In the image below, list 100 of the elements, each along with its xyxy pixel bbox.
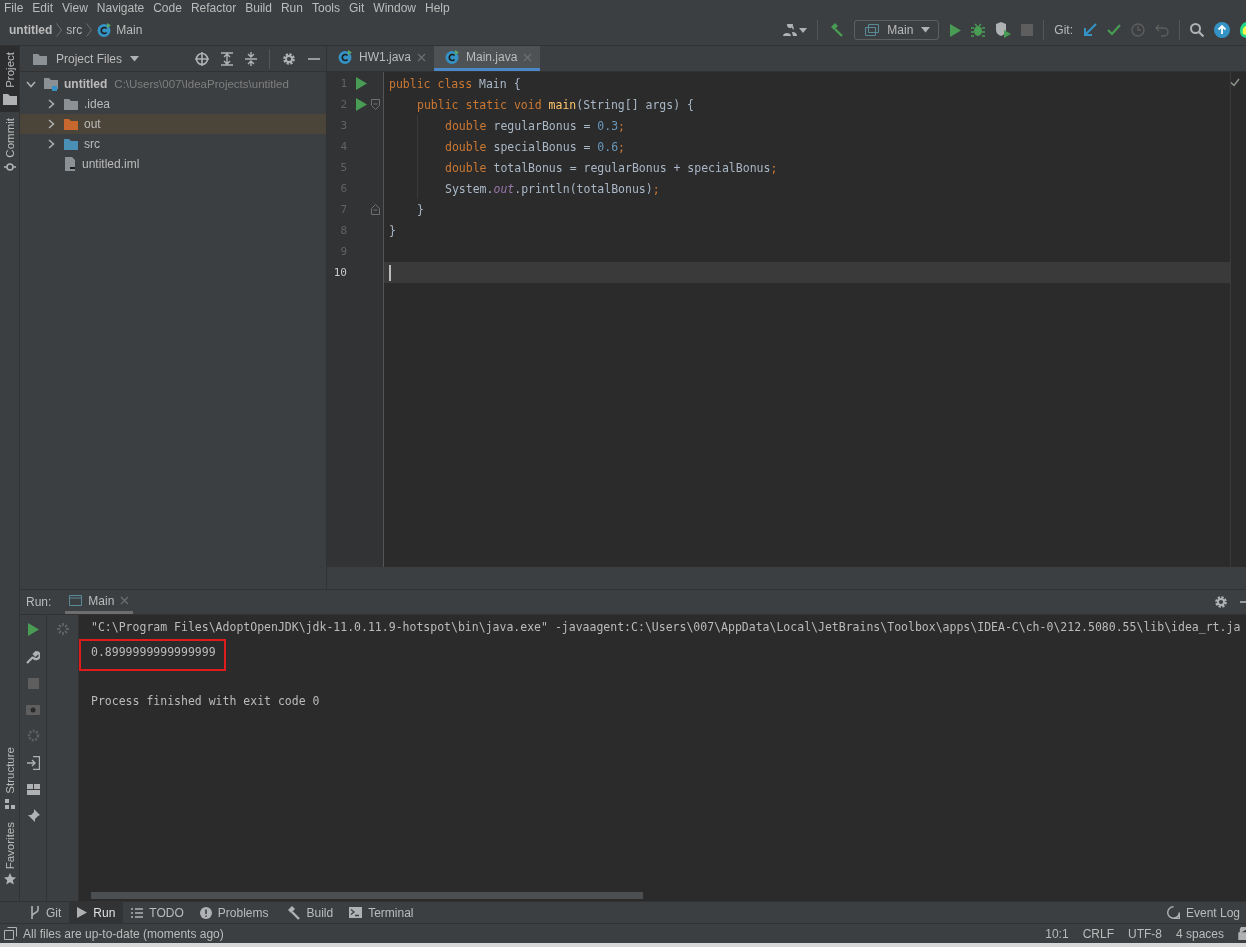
tool-window-tab[interactable]: Terminal [341,902,422,923]
tool-window-tab[interactable]: Favorites [0,815,19,891]
menu-item[interactable]: Window [369,0,421,15]
tool-window-tab[interactable]: Build [276,902,342,923]
status-item[interactable]: UTF-8 [1127,926,1162,941]
users-icon[interactable] [783,24,808,36]
caret-icon [921,27,931,33]
fold-icon[interactable] [371,99,380,110]
tool-window-tab[interactable]: Run [69,902,124,923]
lock-icon[interactable] [1238,927,1246,940]
settings-icon[interactable] [1214,595,1228,609]
speech-bubble-icon [1166,906,1180,919]
text-cursor [389,264,391,281]
settings-icon[interactable] [282,51,296,66]
menu-item[interactable]: File [0,0,29,15]
editor-tab[interactable]: HW1.java [327,46,434,71]
star-icon [3,873,16,885]
commit-icon [3,161,16,174]
tool-window-tab[interactable]: Problems [191,902,277,923]
code-line: public class Main { [389,76,521,91]
terminal-icon [349,907,363,918]
tool-window-tab[interactable]: Git [22,902,70,923]
file-icon [63,156,77,172]
chevron-right-icon[interactable] [47,119,55,129]
menu-item[interactable]: Edit [28,0,59,15]
module-icon [43,76,59,92]
tool-window-tab[interactable]: Project [0,46,19,112]
class-icon [96,22,113,38]
tree-item[interactable]: out [84,117,101,131]
breadcrumb-item[interactable]: src [66,23,83,37]
tool-window-tab[interactable]: Commit [0,111,19,180]
locate-icon[interactable] [195,51,209,66]
wrench-icon[interactable] [26,650,40,664]
collapse-all-icon[interactable] [245,51,257,66]
code-line: } [389,223,396,238]
menu-item[interactable]: View [58,0,93,15]
run-icon[interactable] [949,23,962,37]
event-log-button[interactable]: Event Log [1158,902,1246,923]
menu-item[interactable]: Refactor [186,0,242,15]
window-icon [865,24,880,36]
scrollbar[interactable] [91,892,643,899]
folder-icon [32,51,48,66]
caret-icon [130,55,140,62]
menu-item[interactable]: Build [241,0,277,15]
tree-item[interactable]: untitled [64,77,108,91]
menu-item[interactable]: Tools [307,0,345,15]
inspection-check-icon[interactable] [1230,78,1240,87]
tree-item[interactable]: src [84,137,100,151]
line-number: 10 [332,266,347,279]
run-gutter-icon[interactable] [355,98,367,111]
branch-icon [30,906,40,919]
breadcrumb-item[interactable]: Main [116,23,143,37]
status-message: All files are up-to-date (moments ago) [23,926,224,941]
selected-row[interactable]: out [20,114,326,134]
menu-item[interactable]: Navigate [92,0,150,15]
coverage-icon[interactable] [995,22,1012,38]
arrow-icon[interactable] [1083,23,1097,37]
list-icon [131,907,144,918]
class-icon [337,49,353,65]
menu-item[interactable]: Help [421,0,455,15]
editor-tab[interactable]: Main.java [434,46,541,71]
search-icon[interactable] [1190,23,1204,37]
class-icon [444,49,460,65]
console-line: 0.8999999999999999 [81,641,224,669]
tool-window-tab[interactable]: TODO [123,902,192,923]
chevron-right-icon[interactable] [47,99,55,109]
alert-icon [199,906,212,919]
code-line: double totalBonus = regularBonus + specialBonus; [445,160,778,175]
tree-item[interactable]: untitled.iml [82,157,140,171]
run-gutter-icon[interactable] [355,77,367,90]
layout-icon[interactable] [26,784,40,795]
tool-window-tab[interactable]: Structure [0,741,19,816]
status-item[interactable]: 4 spaces [1175,926,1224,941]
view-selector[interactable]: Project Files [56,51,123,66]
chevron-down-icon[interactable] [26,80,36,88]
panel-toggle-icon[interactable] [4,927,17,940]
expand-all-icon[interactable] [221,51,233,66]
console-icon [69,595,83,606]
logo-icon[interactable] [1240,22,1246,38]
camera-icon[interactable] [26,703,40,715]
code-line: } [417,202,424,217]
console-line: Process finished with exit code 0 [91,693,320,710]
upload-icon[interactable] [1214,22,1230,38]
menu-item[interactable]: Run [276,0,308,15]
pin-icon[interactable] [26,809,40,822]
play-icon [77,907,88,918]
bug-icon[interactable] [971,23,986,37]
menu-item[interactable]: Code [149,0,187,15]
exit-icon[interactable] [26,756,40,770]
rerun-icon[interactable] [27,623,39,636]
menu-item[interactable]: Git [344,0,370,15]
check-icon[interactable] [1107,24,1121,36]
status-item[interactable]: 10:1 [1045,926,1069,941]
git-label: Git: [1054,23,1073,37]
chevron-right-icon[interactable] [47,139,55,149]
fold-icon[interactable] [371,204,380,215]
run-configuration-dropdown[interactable]: Main [854,20,940,40]
tree-item[interactable]: .idea [84,97,111,111]
breadcrumb-item[interactable]: untitled [9,23,53,37]
status-item[interactable]: CRLF [1082,926,1114,941]
